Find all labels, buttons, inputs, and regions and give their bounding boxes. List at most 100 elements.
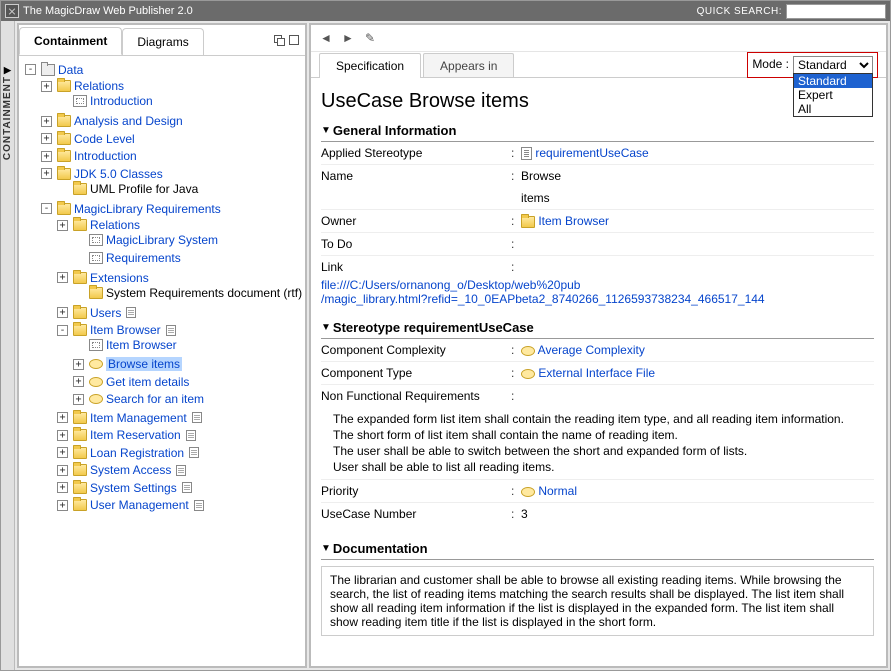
tree-analysis[interactable]: +Analysis and Design [41, 114, 183, 128]
rail-collapse-icon: ◀ [2, 65, 13, 76]
tree-relations[interactable]: +Relations [41, 79, 124, 93]
link-value-2[interactable]: /magic_library.html?refid=_10_0EAPbeta2_… [321, 292, 765, 306]
nav-forward-button[interactable]: ► [339, 29, 357, 47]
component-complexity-link[interactable]: Average Complexity [538, 343, 645, 357]
right-tabs: Specification Appears in [319, 53, 514, 78]
tree-m-search-item[interactable]: +Search for an item [73, 392, 204, 406]
diagram-icon [89, 339, 103, 351]
owner-label: Owner [321, 214, 511, 228]
tree-intro1[interactable]: Introduction [57, 94, 153, 108]
tree-m-users[interactable]: +Users [57, 306, 136, 320]
section-general[interactable]: ▼General Information [321, 123, 874, 142]
doc-icon [521, 147, 532, 160]
right-panel: ◄ ► ✎ Specification Appears in Mode : St… [309, 23, 888, 668]
folder-icon [57, 203, 71, 215]
tree-m-sysreqdoc[interactable]: System Requirements document (rtf) [73, 286, 302, 300]
tree-magic-req[interactable]: -MagicLibrary Requirements [41, 202, 221, 216]
doc-badge-icon [186, 430, 196, 441]
containment-rail[interactable]: ◀ CONTAINMENT [1, 21, 15, 670]
diagram-icon [89, 234, 103, 246]
applied-stereotype-label: Applied Stereotype [321, 146, 511, 160]
toolbar-refresh-icon[interactable]: ✎ [361, 29, 379, 47]
tree-m-extensions[interactable]: +Extensions [57, 271, 149, 285]
tree-codelevel[interactable]: +Code Level [41, 132, 135, 146]
tree-m-browse-items[interactable]: +Browse items [73, 357, 182, 371]
folder-icon [57, 80, 71, 92]
name-label: Name [321, 169, 511, 183]
tree-uml-profile[interactable]: UML Profile for Java [57, 182, 198, 196]
folder-icon [57, 150, 71, 162]
tree-m-system-access[interactable]: +System Access [57, 463, 186, 477]
rail-label: CONTAINMENT [2, 76, 13, 160]
folder-icon [57, 115, 71, 127]
tree-m-loan-registration[interactable]: +Loan Registration [57, 446, 199, 460]
applied-stereotype-link[interactable]: requirementUseCase [535, 146, 648, 160]
enum-icon [521, 346, 535, 356]
tab-specification[interactable]: Specification [319, 53, 421, 78]
folder-icon [73, 307, 87, 319]
diagram-icon [89, 252, 103, 264]
enum-icon [521, 487, 535, 497]
diagram-icon [73, 95, 87, 107]
component-type-link[interactable]: External Interface File [538, 366, 655, 380]
folder-icon [89, 287, 103, 299]
tree-root[interactable]: -Data [25, 63, 83, 77]
tree-m-relations[interactable]: +Relations [57, 218, 140, 232]
tree-intro2[interactable]: +Introduction [41, 149, 137, 163]
link-label: Link [321, 260, 511, 274]
chevron-down-icon: ▼ [321, 125, 331, 136]
usecase-icon [89, 394, 103, 404]
doc-badge-icon [192, 412, 202, 423]
quick-search-input[interactable] [786, 4, 886, 19]
folder-icon [57, 133, 71, 145]
owner-link[interactable]: Item Browser [538, 214, 609, 228]
priority-link[interactable]: Normal [538, 484, 577, 498]
tree-m-item-browser[interactable]: -Item Browser [57, 323, 176, 337]
name-value-1: Browse [521, 169, 874, 183]
app-header: The MagicDraw Web Publisher 2.0 QUICK SE… [1, 1, 890, 21]
app-logo-icon [5, 4, 19, 18]
mode-option-standard[interactable]: Standard [794, 74, 872, 88]
tree-root-label[interactable]: Data [58, 63, 83, 77]
folder-icon [73, 219, 87, 231]
tree-m-item-reservation[interactable]: +Item Reservation [57, 428, 196, 442]
panel-restore-icon[interactable] [274, 35, 285, 46]
doc-badge-icon [189, 447, 199, 458]
folder-icon [521, 216, 535, 228]
mode-label: Mode : [752, 56, 789, 71]
mode-option-all[interactable]: All [794, 102, 872, 116]
enum-icon [521, 369, 535, 379]
tree-m-system-diag[interactable]: MagicLibrary System [73, 233, 218, 247]
nfr-body: The expanded form list item shall contai… [321, 407, 874, 480]
doc-badge-icon [194, 500, 204, 511]
mode-dropdown: Standard Expert All [793, 73, 873, 117]
left-tabs: Containment Diagrams [19, 25, 305, 56]
tab-appears-in[interactable]: Appears in [423, 53, 514, 78]
tab-diagrams[interactable]: Diagrams [122, 28, 203, 55]
panel-maximize-icon[interactable] [289, 35, 299, 45]
link-value-1[interactable]: file:///C:/Users/ornanong_o/Desktop/web%… [321, 278, 580, 292]
tree-jdk[interactable]: +JDK 5.0 Classes [41, 167, 163, 181]
mode-option-expert[interactable]: Expert [794, 88, 872, 102]
folder-icon [73, 183, 87, 195]
section-documentation[interactable]: ▼Documentation [321, 541, 874, 560]
nav-back-button[interactable]: ◄ [317, 29, 335, 47]
usecase-number-label: UseCase Number [321, 507, 511, 521]
tree-m-requirements[interactable]: Requirements [73, 251, 181, 265]
nfr-label: Non Functional Requirements [321, 389, 511, 403]
mode-select[interactable]: Standard [793, 56, 873, 74]
chevron-down-icon: ▼ [321, 322, 331, 333]
folder-icon [73, 429, 87, 441]
component-complexity-label: Component Complexity [321, 343, 511, 357]
section-stereotype[interactable]: ▼Stereotype requirementUseCase [321, 320, 874, 339]
tree-m-user-management[interactable]: +User Management [57, 498, 204, 512]
tree-m-item-management[interactable]: +Item Management [57, 411, 202, 425]
folder-icon [73, 464, 87, 476]
folder-icon [57, 168, 71, 180]
doc-badge-icon [176, 465, 186, 476]
tab-containment[interactable]: Containment [19, 27, 122, 55]
tree-m-get-item[interactable]: +Get item details [73, 375, 189, 389]
tree-m-system-settings[interactable]: +System Settings [57, 481, 192, 495]
tree-m-item-browser-diag[interactable]: Item Browser [73, 338, 177, 352]
component-type-label: Component Type [321, 366, 511, 380]
